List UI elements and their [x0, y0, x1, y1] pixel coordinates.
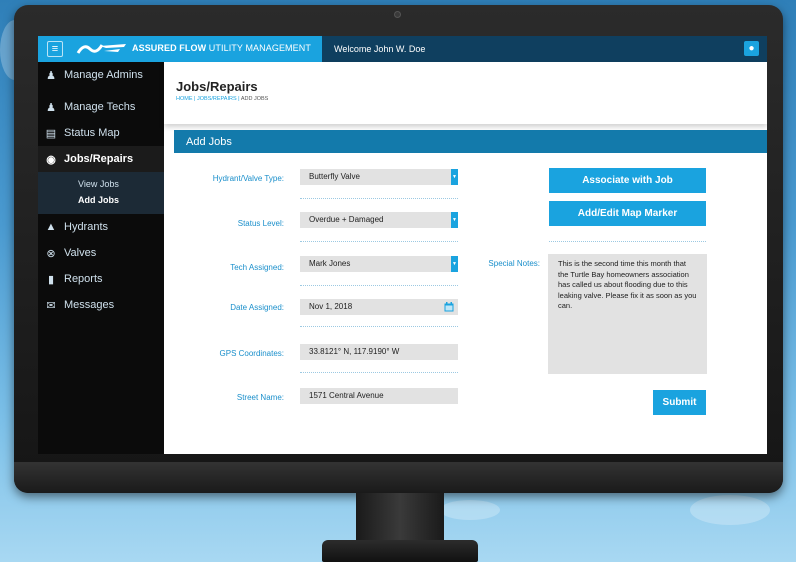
- section-title: Add Jobs: [186, 136, 232, 148]
- brand-name: ASSURED FLOW UTILITY MANAGEMENT: [132, 43, 311, 53]
- top-bar: ≡ ASSURED FLOW UTILITY MANAGEMENT Welcom…: [38, 36, 767, 62]
- sidebar-item-manage-admins[interactable]: ♟ Manage Admins: [38, 62, 164, 88]
- gps-coordinates-input[interactable]: 33.8121° N, 117.9190° W: [300, 344, 458, 360]
- sidebar-item-reports[interactable]: ▮ Reports: [38, 266, 164, 292]
- divider: [300, 241, 458, 242]
- sidebar-item-messages[interactable]: ✉ Messages: [38, 292, 164, 318]
- sidebar-item-hydrants[interactable]: ▲ Hydrants: [38, 214, 164, 240]
- tech-icon: ♟: [46, 101, 56, 114]
- sidebar-item-label: Messages: [64, 299, 115, 311]
- add-job-form: Hydrant/Valve Type: Butterfly Valve ▼ St…: [164, 153, 767, 454]
- document-icon: ▮: [47, 273, 55, 286]
- welcome-bar: Welcome John W. Doe ●: [322, 36, 767, 62]
- user-icon[interactable]: ●: [744, 41, 759, 56]
- sidebar-item-label: Manage Admins: [64, 69, 143, 81]
- street-name-label: Street Name:: [236, 393, 284, 402]
- special-notes-label: Special Notes:: [488, 259, 540, 268]
- brand-subtitle: UTILITY MANAGEMENT: [206, 43, 311, 53]
- divider: [300, 285, 458, 286]
- hydrant-icon: ▲: [45, 221, 57, 233]
- admin-icon: ♟: [46, 69, 56, 82]
- breadcrumb-jobs[interactable]: JOBS/REPAIRS: [197, 96, 237, 102]
- divider: [549, 241, 706, 242]
- sidebar-item-label: Hydrants: [64, 221, 109, 233]
- subnav-add-jobs[interactable]: Add Jobs: [38, 192, 164, 208]
- app-screen: ≡ ASSURED FLOW UTILITY MANAGEMENT Welcom…: [38, 36, 767, 454]
- monitor-chin: [14, 462, 783, 493]
- section-header: Add Jobs: [174, 130, 767, 153]
- hamburger-icon[interactable]: ≡: [47, 41, 63, 57]
- date-assigned-value: Nov 1, 2018: [309, 302, 353, 311]
- status-level-value: Overdue + Damaged: [309, 215, 384, 224]
- hydrant-type-label: Hydrant/Valve Type:: [212, 174, 284, 183]
- divider: [300, 198, 458, 199]
- page-header: Jobs/Repairs HOME | JOBS/REPAIRS | ADD J…: [164, 62, 767, 124]
- hydrant-type-value: Butterfly Valve: [309, 172, 360, 181]
- valve-icon: ⊗: [46, 247, 56, 260]
- tech-assigned-label: Tech Assigned:: [230, 263, 284, 272]
- tech-assigned-value: Mark Jones: [309, 259, 351, 268]
- chevron-down-icon[interactable]: ▼: [451, 169, 458, 185]
- chevron-down-icon[interactable]: ▼: [451, 212, 458, 228]
- gps-coordinates-label: GPS Coordinates:: [219, 349, 284, 358]
- status-level-label: Status Level:: [237, 219, 284, 228]
- street-name-input[interactable]: 1571 Central Avenue: [300, 388, 458, 404]
- calendar-icon[interactable]: [444, 302, 454, 312]
- status-level-select[interactable]: Overdue + Damaged ▼: [300, 212, 458, 228]
- breadcrumb-current: ADD JOBS: [240, 96, 269, 102]
- water-splash: [690, 495, 770, 525]
- sidebar: ♟ Manage Admins ♟ Manage Techs ▤ Status …: [38, 62, 164, 454]
- special-notes-textarea[interactable]: This is the second time this month that …: [548, 254, 707, 374]
- divider: [300, 372, 458, 373]
- sidebar-item-jobs-repairs[interactable]: ◉ Jobs/Repairs: [38, 146, 164, 172]
- page-title: Jobs/Repairs: [176, 79, 258, 94]
- submit-button[interactable]: Submit: [653, 390, 706, 415]
- sidebar-item-manage-techs[interactable]: ♟ Manage Techs: [38, 94, 164, 120]
- water-splash: [440, 500, 500, 520]
- sidebar-item-label: Manage Techs: [64, 101, 136, 113]
- webcam-icon: [394, 11, 401, 18]
- monitor-stand: [356, 493, 444, 545]
- date-assigned-label: Date Assigned:: [230, 303, 284, 312]
- sidebar-item-label: Valves: [64, 247, 97, 259]
- hydrant-type-select[interactable]: Butterfly Valve ▼: [300, 169, 458, 185]
- add-edit-map-marker-button[interactable]: Add/Edit Map Marker: [549, 201, 706, 226]
- sidebar-item-label: Status Map: [64, 127, 120, 139]
- associate-with-job-button[interactable]: Associate with Job: [549, 168, 706, 193]
- breadcrumb-home[interactable]: HOME: [176, 96, 193, 102]
- welcome-text: Welcome John W. Doe: [334, 44, 426, 54]
- envelope-icon: ✉: [46, 299, 56, 312]
- date-assigned-input[interactable]: Nov 1, 2018: [300, 299, 458, 315]
- logo-icon: [76, 44, 126, 54]
- divider: [300, 326, 458, 327]
- pin-icon: ◉: [46, 153, 56, 166]
- map-icon: ▤: [45, 127, 57, 140]
- brand-title: ASSURED FLOW: [132, 43, 207, 53]
- sidebar-item-label: Reports: [64, 273, 103, 285]
- monitor-base: [322, 540, 478, 562]
- subnav-view-jobs[interactable]: View Jobs: [38, 176, 164, 192]
- sidebar-item-valves[interactable]: ⊗ Valves: [38, 240, 164, 266]
- breadcrumb: HOME | JOBS/REPAIRS | ADD JOBS: [176, 96, 268, 102]
- jobs-subnav: View Jobs Add Jobs: [38, 172, 164, 214]
- sidebar-item-status-map[interactable]: ▤ Status Map: [38, 120, 164, 146]
- sidebar-item-label: Jobs/Repairs: [64, 153, 134, 165]
